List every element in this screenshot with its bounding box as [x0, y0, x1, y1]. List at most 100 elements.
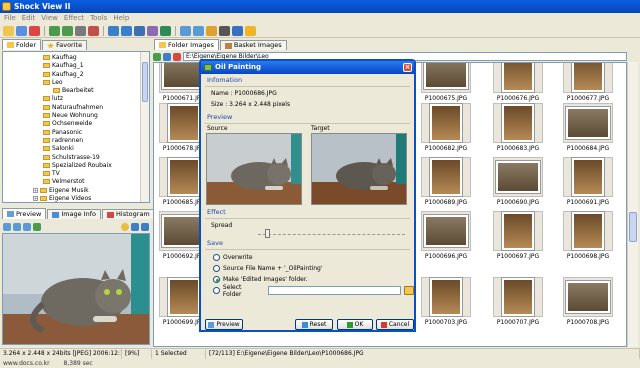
select-folder-radio[interactable] — [213, 287, 220, 294]
menu-view[interactable]: View — [41, 13, 58, 24]
overwrite-radio[interactable] — [213, 254, 220, 261]
thumbnail-item[interactable]: P1000676.JPG — [488, 63, 548, 102]
thumbnail-item[interactable]: P1000682.JPG — [416, 103, 476, 152]
smiley-icon[interactable] — [121, 222, 129, 231]
tree-item[interactable]: Naturaufnahmen — [3, 104, 149, 112]
tree-item[interactable]: Leo — [3, 79, 149, 87]
thumbnail-item[interactable]: P1000683.JPG — [488, 103, 548, 152]
tab-preview[interactable]: Preview — [2, 208, 47, 219]
redeye-icon[interactable] — [88, 25, 99, 36]
tab-folder[interactable]: Folder — [2, 39, 42, 50]
close-button[interactable]: × — [403, 63, 412, 72]
expand-icon[interactable]: + — [33, 187, 38, 193]
option-select-folder[interactable]: Select Folder — [213, 284, 414, 298]
thumbnail-item[interactable]: P1000707.JPG — [488, 277, 548, 326]
forward-icon[interactable] — [62, 25, 73, 36]
preview-button[interactable]: Preview — [205, 319, 243, 330]
tab-basket-images[interactable]: Basket Images — [219, 40, 287, 50]
tree-item[interactable]: Velmerstot — [3, 178, 149, 186]
back-icon[interactable] — [49, 25, 60, 36]
tree-item[interactable]: Kaufhag_2 — [3, 71, 149, 79]
email-icon[interactable] — [206, 25, 217, 36]
slideshow-icon[interactable] — [147, 25, 158, 36]
tab-histogram[interactable]: Histogram — [102, 209, 155, 219]
fullscreen-icon[interactable] — [131, 222, 139, 231]
tree-item[interactable]: Salonki — [3, 145, 149, 153]
thumbnail-item[interactable]: P1000698.JPG — [558, 211, 618, 260]
rotate-left-icon[interactable] — [108, 25, 119, 36]
print-icon[interactable] — [160, 25, 171, 36]
option-overwrite[interactable]: Overwrite — [213, 252, 414, 263]
folder-path-input[interactable] — [268, 286, 402, 295]
zoom-in-icon[interactable] — [180, 25, 191, 36]
zoom-out-icon[interactable] — [193, 25, 204, 36]
menu-file[interactable]: File — [4, 13, 16, 24]
thumbnail-item[interactable]: P1000675.JPG — [416, 63, 476, 102]
tree-item[interactable]: Bearbeitet — [3, 87, 149, 95]
edited-folder-radio[interactable] — [213, 276, 220, 283]
nav-icon[interactable] — [141, 222, 149, 231]
reset-button[interactable]: Reset — [295, 319, 333, 330]
tree-item[interactable]: Kaufhag_1 — [3, 62, 149, 70]
spread-slider-handle[interactable] — [265, 229, 270, 238]
tree-item[interactable]: radrennen — [3, 137, 149, 145]
tree-item[interactable]: Schulstrasse-19 — [3, 154, 149, 162]
thumbnail-item[interactable]: P1000703.JPG — [416, 277, 476, 326]
thumbnail-item[interactable]: P1000696.JPG — [416, 211, 476, 260]
tree-item[interactable]: + Eigene Musik — [3, 187, 149, 195]
settings-icon[interactable] — [232, 25, 243, 36]
source-name-radio[interactable] — [213, 265, 220, 272]
thumbnail-image — [421, 157, 471, 197]
tab-image-info[interactable]: Image Info — [47, 209, 102, 219]
tree-item[interactable]: TV — [3, 170, 149, 178]
grid-view-icon[interactable] — [134, 25, 145, 36]
tree-scroll-thumb[interactable] — [142, 62, 148, 102]
refresh-icon[interactable] — [163, 52, 171, 61]
help-icon[interactable] — [245, 25, 256, 36]
stop-icon[interactable] — [173, 52, 181, 61]
folder-icon — [43, 162, 50, 168]
tree-item[interactable]: Panasonic — [3, 129, 149, 137]
folder-tree[interactable]: Kaufhag Kaufhag_1 Kaufhag_2 Leo Bearbeitet lu… — [2, 51, 150, 203]
zoom-out-icon[interactable] — [23, 222, 31, 231]
zoom-in-icon[interactable] — [13, 222, 21, 231]
tree-item[interactable]: lutz — [3, 95, 149, 103]
thumbnail-item[interactable]: P1000684.JPG — [558, 103, 618, 152]
thumbnail-item[interactable]: P1000691.JPG — [558, 157, 618, 206]
tree-scrollbar[interactable] — [140, 52, 149, 202]
tree-item[interactable]: Spezialized Roubaix — [3, 162, 149, 170]
crop-icon[interactable] — [75, 25, 86, 36]
menu-tools[interactable]: Tools — [90, 13, 107, 24]
browse-folder-icon[interactable] — [404, 286, 414, 295]
option-source-name[interactable]: Source File Name + '_OilPainting' — [213, 263, 414, 274]
expand-icon[interactable]: + — [33, 196, 38, 202]
save-icon[interactable] — [16, 25, 27, 36]
thumbnail-item[interactable]: P1000697.JPG — [488, 211, 548, 260]
cancel-button[interactable]: Cancel — [376, 319, 414, 330]
thumbnail-label: P1000676.JPG — [496, 95, 540, 102]
tree-item[interactable]: Kaufhag — [3, 54, 149, 62]
spread-slider-track[interactable] — [258, 234, 405, 235]
delete-icon[interactable] — [29, 25, 40, 36]
thumbnail-item[interactable]: P1000708.JPG — [558, 277, 618, 326]
menu-effect[interactable]: Effect — [64, 13, 84, 24]
thumbnail-item[interactable]: P1000677.JPG — [558, 63, 618, 102]
tab-favorite[interactable]: Favorite — [42, 40, 88, 50]
grid-scroll-thumb[interactable] — [629, 212, 637, 242]
up-folder-icon[interactable] — [153, 52, 161, 61]
tab-folder-images[interactable]: Folder Images — [154, 39, 219, 50]
tree-item[interactable]: + Eigene Videos — [3, 195, 149, 202]
tree-item[interactable]: Neue Wohnung — [3, 112, 149, 120]
capture-icon[interactable] — [219, 25, 230, 36]
rotate-right-icon[interactable] — [121, 25, 132, 36]
thumbnail-item[interactable]: P1000690.JPG — [488, 157, 548, 206]
menu-help[interactable]: Help — [113, 13, 129, 24]
menu-edit[interactable]: Edit — [22, 13, 36, 24]
ok-button[interactable]: OK — [337, 319, 373, 330]
thumbnail-item[interactable]: P1000689.JPG — [416, 157, 476, 206]
actual-size-icon[interactable] — [33, 222, 41, 231]
grid-scrollbar[interactable] — [627, 62, 638, 347]
open-folder-icon[interactable] — [3, 25, 14, 36]
fit-icon[interactable] — [3, 222, 11, 231]
tree-item[interactable]: Ochsenweide — [3, 120, 149, 128]
